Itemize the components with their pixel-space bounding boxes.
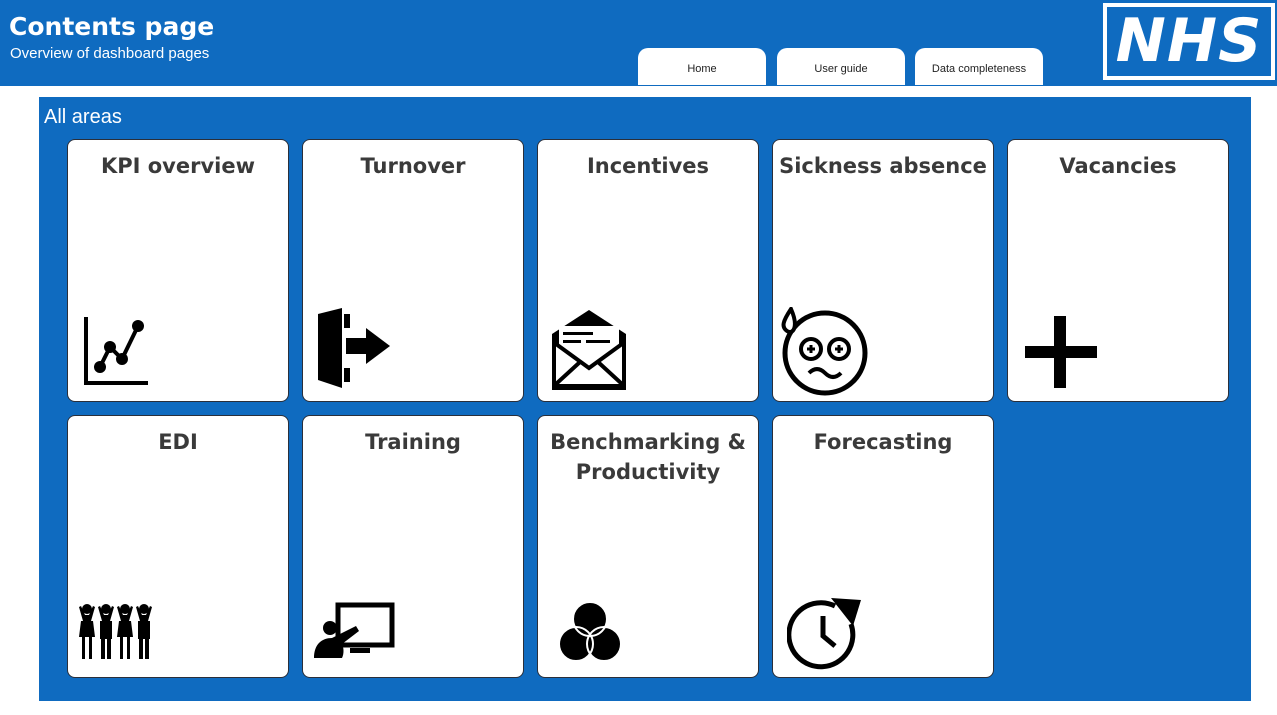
edi-tile[interactable]: EDI: [67, 415, 289, 678]
tile-title: EDI: [158, 430, 198, 454]
exit-door-icon: [318, 308, 390, 388]
page-title: Contents page: [9, 12, 215, 41]
nhs-logo-text: NHS: [1107, 7, 1271, 76]
tile-title: Vacancies: [1059, 154, 1177, 178]
line-chart-icon: [84, 317, 148, 385]
vacancies-tile[interactable]: Vacancies: [1007, 139, 1229, 402]
turnover-tile[interactable]: Turnover: [302, 139, 524, 402]
panel-title: All areas: [44, 106, 122, 128]
user-guide-button[interactable]: User guide: [777, 48, 905, 85]
home-button[interactable]: Home: [638, 48, 766, 85]
incentives-tile[interactable]: Incentives: [537, 139, 759, 402]
open-envelope-icon: [552, 310, 626, 390]
tile-title: Turnover: [360, 154, 466, 178]
page-subtitle: Overview of dashboard pages: [10, 45, 210, 62]
tile-title: KPI overview: [100, 154, 256, 178]
sick-face-icon: [781, 307, 868, 396]
training-tile[interactable]: Training: [302, 415, 524, 678]
presentation-icon: [314, 602, 395, 658]
group-of-people-icon: [79, 604, 152, 659]
kpi-overview-tile[interactable]: KPI overview: [67, 139, 289, 402]
tile-title: Sickness absence: [779, 154, 987, 178]
tile-title: Training: [365, 430, 461, 454]
plus-icon: [1025, 316, 1097, 388]
nhs-logo: NHS: [1103, 3, 1275, 80]
all-areas-panel: All areas KPI overview Turnover Incentiv…: [39, 97, 1251, 701]
tile-title: Forecasting: [813, 430, 953, 454]
header-bar: Contents page Overview of dashboard page…: [0, 0, 1277, 86]
tile-title: Benchmarking & Productivity: [550, 430, 746, 484]
venn-diagram-icon: [558, 601, 622, 662]
forecasting-tile[interactable]: Forecasting: [772, 415, 994, 678]
tile-title: Incentives: [586, 154, 710, 178]
benchmarking-productivity-tile[interactable]: Benchmarking & Productivity: [537, 415, 759, 678]
sickness-absence-tile[interactable]: Sickness absence: [772, 139, 994, 402]
clock-refresh-icon: [787, 598, 861, 670]
data-completeness-button[interactable]: Data completeness: [915, 48, 1043, 85]
